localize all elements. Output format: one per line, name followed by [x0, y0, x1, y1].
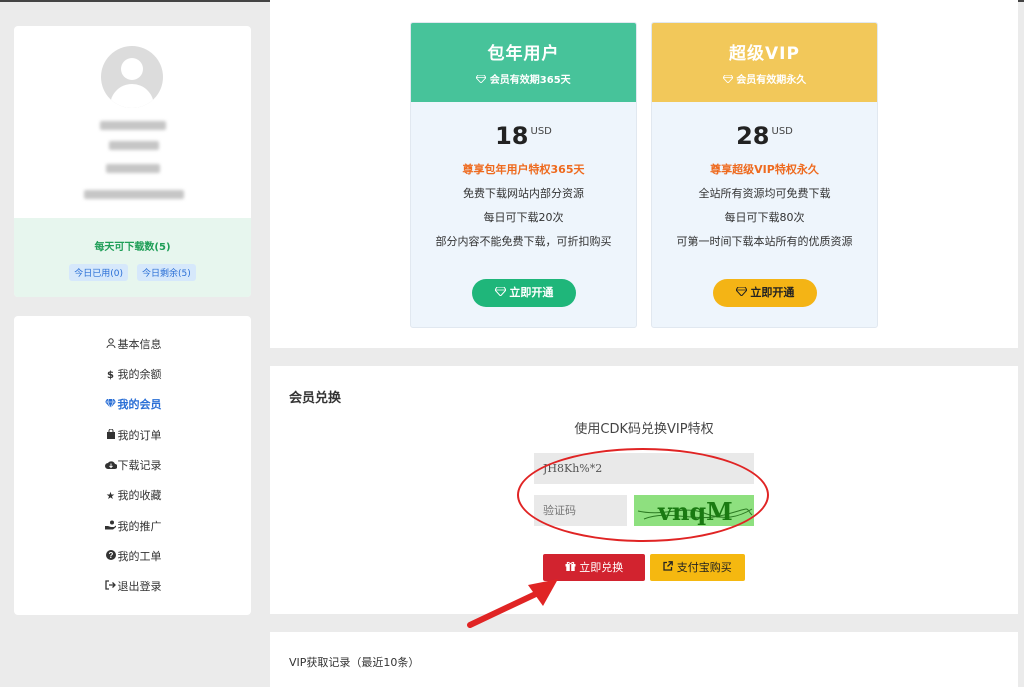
redeem-now-button[interactable]: 立即兑换: [543, 554, 645, 581]
history-title: VIP获取记录（最近10条）: [289, 656, 420, 669]
menu-item-balance[interactable]: $ 我的余额: [14, 365, 251, 385]
menu-item-membership[interactable]: 我的会员: [14, 395, 251, 415]
used-today-badge: 今日已用(0): [69, 264, 128, 281]
user-icon: [104, 336, 118, 356]
button-label: 立即兑换: [579, 561, 624, 574]
plan-title: 包年用户: [487, 44, 560, 64]
sign-out-icon: [104, 578, 118, 598]
profile-card: 每天可下载数(5) 今日已用(0) 今日剩余(5): [14, 26, 251, 297]
question-icon: ?: [104, 548, 118, 568]
menu-item-tickets[interactable]: ? 我的工单: [14, 547, 251, 567]
member-redeem-panel: 会员兑换 使用CDK码兑换VIP特权 vnqM 立即兑换 支付宝购买: [270, 366, 1018, 614]
plan-highlight: 尊享超级VIP特权永久: [710, 163, 819, 176]
menu-label: 我的余额: [117, 368, 162, 381]
account-menu: 基本信息 $ 我的余额 我的会员 我的订单 下载记录 ★ 我的收藏 我的推广 ? 我…: [14, 316, 251, 615]
button-label: 立即开通: [509, 286, 554, 299]
menu-label: 我的订单: [117, 429, 162, 442]
menu-label: 退出登录: [117, 580, 162, 593]
menu-item-orders[interactable]: 我的订单: [14, 426, 251, 446]
gift-icon: [565, 561, 580, 574]
diamond-icon: [734, 286, 751, 299]
membership-plans-panel: 包年用户 会员有效期365天 18 USD 尊享包年用户特权365天 免费下载网站…: [270, 0, 1018, 348]
plan-price: 18 USD: [411, 122, 636, 150]
redeem-title: 会员兑换: [289, 391, 342, 406]
plan-feature: 每日可下载20次: [483, 211, 564, 224]
button-label: 支付宝购买: [676, 561, 732, 574]
activate-super-vip-button[interactable]: 立即开通: [713, 279, 817, 307]
plan-feature: 免费下载网站内部分资源: [463, 187, 584, 200]
menu-item-favorites[interactable]: ★ 我的收藏: [14, 486, 251, 506]
menu-label: 基本信息: [117, 338, 162, 351]
plan-highlight: 尊享包年用户特权365天: [462, 163, 585, 176]
price-value: 28: [736, 122, 770, 150]
plan-features: 尊享包年用户特权365天 免费下载网站内部分资源 每日可下载20次 部分内容不能…: [411, 158, 636, 254]
diamond-icon: [722, 74, 736, 86]
menu-label: 我的收藏: [117, 489, 162, 502]
diamond-icon: [104, 396, 118, 416]
price-unit: USD: [530, 126, 552, 137]
activate-yearly-button[interactable]: 立即开通: [472, 279, 576, 307]
dollar-icon: $: [107, 370, 114, 381]
bag-icon: [104, 427, 118, 447]
menu-label: 我的工单: [117, 550, 162, 563]
menu-label: 下载记录: [117, 459, 162, 472]
plan-subtitle: 会员有效期365天: [489, 75, 571, 86]
redeem-subtitle: 使用CDK码兑换VIP特权: [574, 422, 714, 437]
plan-title: 超级VIP: [729, 44, 800, 64]
user-level-redacted: [109, 141, 159, 150]
plan-price: 28 USD: [652, 122, 877, 150]
menu-item-logout[interactable]: 退出登录: [14, 577, 251, 597]
download-quota: 每天可下载数(5) 今日已用(0) 今日剩余(5): [14, 218, 251, 297]
highlight-annotation-oval: [517, 448, 769, 542]
plan-header: 超级VIP 会员有效期永久: [652, 23, 877, 102]
svg-text:?: ?: [108, 551, 113, 560]
menu-item-downloads[interactable]: 下载记录: [14, 456, 251, 476]
star-icon: ★: [106, 491, 115, 502]
remaining-today-badge: 今日剩余(5): [137, 264, 196, 281]
price-value: 18: [495, 122, 529, 150]
button-label: 立即开通: [750, 286, 795, 299]
menu-label: 我的会员: [117, 398, 162, 411]
menu-item-basic-info[interactable]: 基本信息: [14, 335, 251, 355]
plan-subtitle-row: 会员有效期365天: [411, 71, 636, 86]
plan-subtitle: 会员有效期永久: [736, 75, 807, 86]
diamond-icon: [493, 286, 510, 299]
plan-header: 包年用户 会员有效期365天: [411, 23, 636, 102]
avatar[interactable]: [101, 46, 163, 108]
plan-feature: 每日可下载80次: [724, 211, 805, 224]
alipay-purchase-button[interactable]: 支付宝购买: [650, 554, 745, 581]
plan-feature: 部分内容不能免费下载，可折扣购买: [435, 235, 612, 248]
vip-history-panel: VIP获取记录（最近10条）: [270, 632, 1018, 687]
plan-subtitle-row: 会员有效期永久: [652, 71, 877, 86]
price-unit: USD: [771, 126, 793, 137]
plan-feature: 可第一时间下载本站所有的优质资源: [676, 235, 853, 248]
diamond-icon: [475, 74, 489, 86]
hand-coin-icon: [104, 518, 118, 538]
menu-label: 我的推广: [117, 520, 162, 533]
external-link-icon: [663, 561, 677, 574]
user-email-redacted: [84, 190, 184, 199]
cloud-download-icon: [104, 457, 118, 477]
plan-feature: 全站所有资源均可免费下载: [698, 187, 831, 200]
username-redacted: [100, 121, 166, 130]
plan-card-super-vip: 超级VIP 会员有效期永久 28 USD 尊享超级VIP特权永久 全站所有资源均可…: [651, 22, 878, 328]
quota-title: 每天可下载数(5): [94, 242, 171, 253]
plan-features: 尊享超级VIP特权永久 全站所有资源均可免费下载 每日可下载80次 可第一时间下…: [652, 158, 877, 254]
menu-item-referral[interactable]: 我的推广: [14, 517, 251, 537]
user-id-redacted: [106, 164, 160, 173]
plan-card-yearly: 包年用户 会员有效期365天 18 USD 尊享包年用户特权365天 免费下载网站…: [410, 22, 637, 328]
